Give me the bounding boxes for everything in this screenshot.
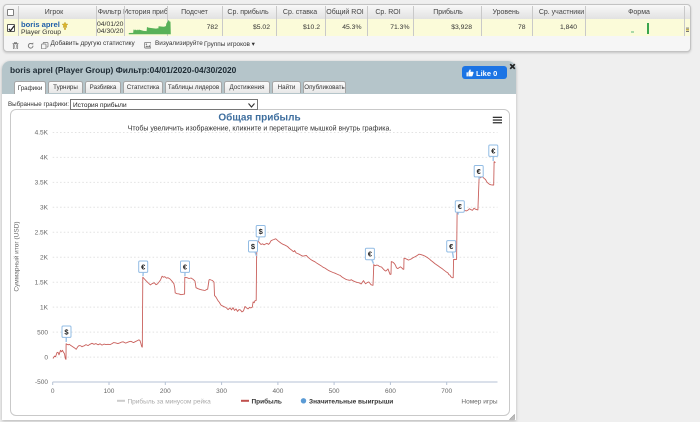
svg-text:2K: 2K bbox=[40, 254, 49, 261]
svg-text:0: 0 bbox=[44, 354, 48, 361]
svg-text:Прибыль: Прибыль bbox=[252, 397, 282, 405]
svg-text:4.5K: 4.5K bbox=[35, 129, 49, 136]
svg-text:-500: -500 bbox=[35, 379, 48, 386]
svg-text:2.5K: 2.5K bbox=[35, 229, 49, 236]
svg-text:500: 500 bbox=[37, 329, 48, 336]
svg-text:Общая прибыль: Общая прибыль bbox=[218, 111, 300, 123]
svg-text:Номер игры: Номер игры bbox=[461, 398, 497, 405]
svg-text:3K: 3K bbox=[40, 204, 49, 211]
svg-text:0: 0 bbox=[51, 388, 55, 395]
svg-text:300: 300 bbox=[216, 388, 227, 395]
svg-text:3.5K: 3.5K bbox=[35, 179, 49, 186]
svg-text:600: 600 bbox=[385, 388, 396, 395]
svg-text:1.5K: 1.5K bbox=[35, 279, 49, 286]
svg-text:100: 100 bbox=[104, 388, 115, 395]
svg-text:700: 700 bbox=[441, 388, 452, 395]
svg-text:1K: 1K bbox=[40, 304, 49, 311]
svg-text:Прибыль за минусом рейка: Прибыль за минусом рейка bbox=[128, 397, 212, 405]
svg-text:400: 400 bbox=[272, 388, 283, 395]
svg-text:200: 200 bbox=[160, 388, 171, 395]
svg-text:Значительные выигрыши: Значительные выигрыши bbox=[309, 398, 393, 405]
svg-text:Чтобы увеличить изображение, к: Чтобы увеличить изображение, кликните и … bbox=[128, 124, 392, 132]
svg-text:4K: 4K bbox=[40, 154, 49, 161]
svg-text:500: 500 bbox=[329, 388, 340, 395]
svg-text:Суммарный итог (USD): Суммарный итог (USD) bbox=[13, 221, 21, 291]
